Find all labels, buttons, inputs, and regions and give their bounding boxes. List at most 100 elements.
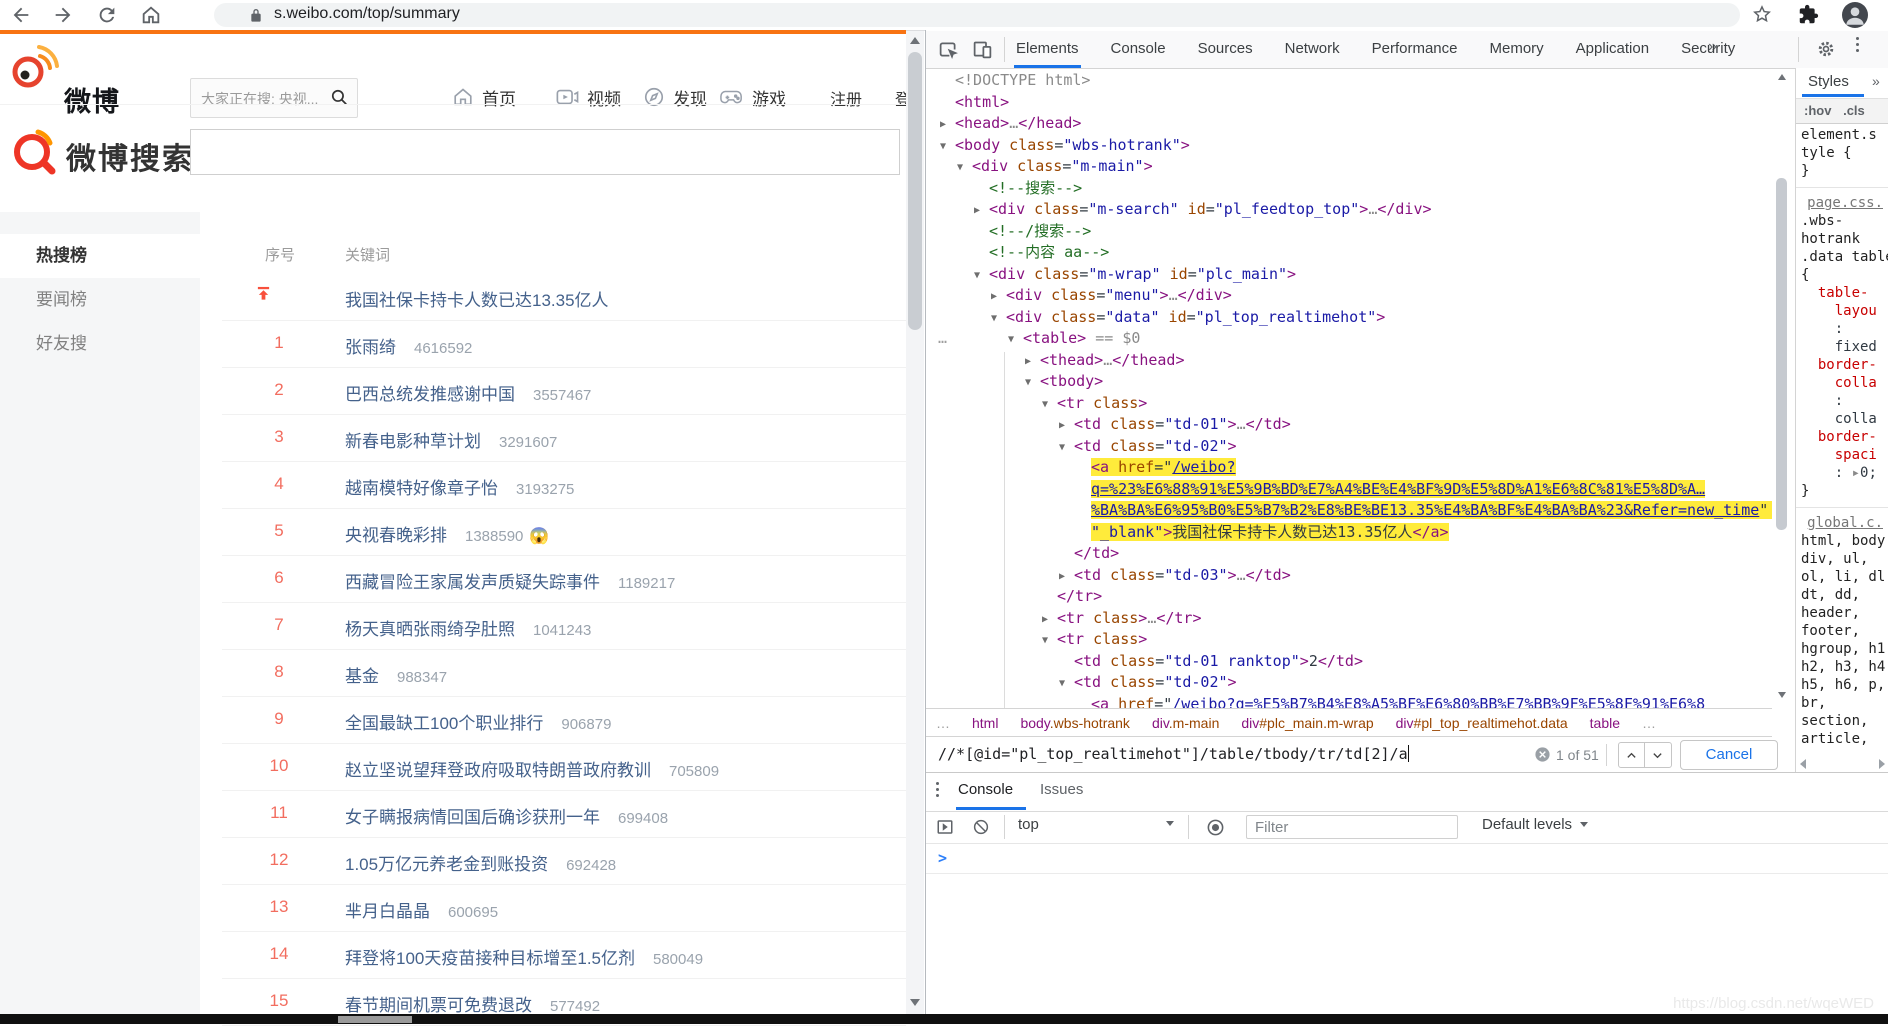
tree-node[interactable]: ▶<tr class>…</tr> bbox=[936, 608, 1202, 630]
tree-node[interactable]: ▶<div class="m-search" id="pl_feedtop_to… bbox=[936, 199, 1432, 221]
page-scrollbar-thumb[interactable] bbox=[908, 52, 922, 330]
back-icon[interactable] bbox=[10, 4, 32, 26]
next-match-button[interactable] bbox=[1645, 743, 1670, 767]
sidebar-item-3[interactable]: 好友搜 bbox=[0, 322, 200, 366]
clear-console-icon[interactable] bbox=[972, 818, 990, 836]
weibo-logo-icon[interactable] bbox=[6, 42, 62, 94]
expand-arrow-icon[interactable]: ▶ bbox=[1025, 351, 1040, 373]
keyword-link[interactable]: 杨天真晒张雨绮孕肚照1041243 bbox=[345, 615, 591, 640]
stylesheet-link[interactable]: global.c. bbox=[1796, 514, 1888, 532]
scroll-up-icon[interactable] bbox=[910, 37, 920, 44]
keyword-link[interactable]: 基金988347 bbox=[345, 662, 447, 687]
home-icon[interactable] bbox=[140, 4, 162, 26]
expand-arrow-icon[interactable]: ▼ bbox=[1025, 372, 1040, 394]
tree-scroll-up-icon[interactable] bbox=[1778, 74, 1786, 80]
tree-node[interactable]: <!--内容 aa--> bbox=[936, 242, 1109, 264]
keyword-link[interactable]: 春节期间机票可免费退改577492 bbox=[345, 991, 600, 1016]
tree-node[interactable]: <!--/搜索--> bbox=[936, 221, 1091, 243]
expand-arrow-icon[interactable]: ▼ bbox=[1059, 437, 1074, 459]
breadcrumb-item[interactable]: html bbox=[972, 715, 998, 731]
tree-node[interactable]: <a href="/weibo?q=%E5%B7%B4%E8%A5%BF%E6%… bbox=[936, 694, 1705, 709]
settings-gear-icon[interactable] bbox=[1816, 39, 1836, 59]
keyword-link[interactable]: 央视春晚彩排1388590😱 bbox=[345, 521, 549, 546]
tree-node[interactable]: ▼<div class="data" id="pl_top_realtimeho… bbox=[936, 307, 1385, 329]
inspect-element-icon[interactable] bbox=[938, 39, 959, 60]
previous-match-button[interactable] bbox=[1619, 743, 1645, 767]
sidebar-item-2[interactable]: 要闻榜 bbox=[0, 278, 200, 322]
expand-arrow-icon[interactable]: ▶ bbox=[940, 114, 955, 136]
tree-node[interactable]: ▼<tbody> bbox=[936, 371, 1103, 393]
tab-console[interactable]: Console bbox=[958, 781, 1013, 798]
tab-memory[interactable]: Memory bbox=[1488, 31, 1546, 68]
styles-horizontal-scrollbar[interactable] bbox=[1796, 756, 1888, 770]
log-levels-dropdown[interactable]: Default levels bbox=[1482, 816, 1588, 833]
toggle-class-editor[interactable]: .cls bbox=[1843, 103, 1865, 118]
profile-avatar[interactable] bbox=[1842, 2, 1868, 28]
console-filter-input[interactable]: Filter bbox=[1246, 815, 1458, 839]
expand-arrow-icon[interactable]: ▼ bbox=[957, 157, 972, 179]
tree-node[interactable]: ▶<td class="td-01">…</td> bbox=[936, 414, 1291, 436]
stylesheet-link[interactable]: page.css. bbox=[1796, 194, 1888, 212]
console-sidebar-icon[interactable] bbox=[936, 818, 954, 836]
tree-node[interactable]: ▶<thead>…</thead> bbox=[936, 350, 1185, 372]
expand-arrow-icon[interactable]: ▼ bbox=[974, 265, 989, 287]
tree-scrollbar-thumb[interactable] bbox=[1776, 178, 1787, 530]
context-selector[interactable]: top bbox=[1018, 816, 1178, 833]
tree-node[interactable]: ▼<tr class> bbox=[936, 393, 1147, 415]
expand-arrow-icon[interactable]: ▼ bbox=[1042, 394, 1057, 416]
nav-item-home[interactable]: 首页 bbox=[452, 78, 516, 116]
scroll-right-icon[interactable] bbox=[1879, 759, 1885, 769]
tree-node[interactable]: ▼<div class="m-wrap" id="plc_main"> bbox=[936, 264, 1296, 286]
horizontal-scrollbar-thumb[interactable] bbox=[338, 1016, 412, 1023]
breadcrumb-overflow[interactable]: … bbox=[936, 715, 950, 731]
tree-scroll-down-icon[interactable] bbox=[1778, 692, 1786, 698]
url-text[interactable]: s.weibo.com/top/summary bbox=[274, 5, 460, 23]
node-menu-dots[interactable]: … bbox=[938, 328, 948, 350]
bookmark-star-icon[interactable] bbox=[1752, 4, 1772, 24]
weibo-search-logo-icon[interactable] bbox=[8, 124, 60, 176]
tree-node[interactable]: ▼<td class="td-02"> bbox=[936, 436, 1237, 458]
tree-node[interactable]: ▶<head>…</head> bbox=[936, 113, 1081, 135]
header-search-input[interactable]: 大家正在搜: 央视... bbox=[190, 78, 358, 118]
expand-arrow-icon[interactable]: ▼ bbox=[940, 136, 955, 158]
tree-node[interactable]: "_blank">我国社保卡持卡人数已达13.35亿人</a> bbox=[936, 522, 1449, 544]
refresh-icon[interactable] bbox=[96, 4, 118, 26]
breadcrumb-item[interactable]: div#pl_top_realtimehot.data bbox=[1396, 715, 1568, 731]
keyword-link[interactable]: 芈月白晶晶600695 bbox=[345, 897, 498, 922]
breadcrumb-item[interactable]: div.m-main bbox=[1152, 715, 1219, 731]
tab-styles[interactable]: Styles bbox=[1808, 73, 1849, 90]
tree-node[interactable]: </tr> bbox=[936, 586, 1102, 608]
tab-sources[interactable]: Sources bbox=[1196, 31, 1255, 68]
register-link[interactable]: 注册 bbox=[830, 86, 862, 110]
tab-application[interactable]: Application bbox=[1574, 31, 1651, 68]
expand-arrow-icon[interactable]: ▶ bbox=[1042, 609, 1057, 631]
tree-node[interactable]: <td class="td-01 ranktop">2</td> bbox=[936, 651, 1363, 673]
tree-node[interactable]: ▼<div class="m-main"> bbox=[936, 156, 1153, 178]
tab-network[interactable]: Network bbox=[1283, 31, 1342, 68]
nav-item-game[interactable]: 游戏 bbox=[720, 78, 786, 116]
tree-node[interactable]: ▼<td class="td-02"> bbox=[936, 672, 1237, 694]
scroll-left-icon[interactable] bbox=[1800, 759, 1806, 769]
tab-security[interactable]: Security bbox=[1679, 31, 1737, 68]
expand-arrow-icon[interactable]: ▶ bbox=[991, 286, 1006, 308]
tree-node[interactable]: <html> bbox=[936, 92, 1009, 114]
console-prompt[interactable]: > bbox=[938, 849, 947, 867]
keyword-link[interactable]: 女子瞒报病情回国后确诊获刑一年699408 bbox=[345, 803, 668, 828]
tab-console[interactable]: Console bbox=[1109, 31, 1168, 68]
forward-icon[interactable] bbox=[52, 4, 74, 26]
nav-item-discover[interactable]: 发现 bbox=[643, 78, 707, 116]
keyword-link[interactable]: 新春电影种草计划3291607 bbox=[345, 427, 557, 452]
expand-arrow-icon[interactable]: ▼ bbox=[1042, 630, 1057, 652]
breadcrumb-item[interactable]: body.wbs-hotrank bbox=[1020, 715, 1129, 731]
keyword-link[interactable]: 越南模特好像章子怡3193275 bbox=[345, 474, 574, 499]
tree-node[interactable]: ▼<tr class> bbox=[936, 629, 1147, 651]
tree-node[interactable]: <!DOCTYPE html> bbox=[936, 70, 1090, 92]
tree-node[interactable]: %BA%BA%E6%95%B0%E5%B7%B2%E8%BE%BE13.35%E… bbox=[936, 500, 1772, 522]
keyword-link[interactable]: 1.05万亿元养老金到账投资692428 bbox=[345, 850, 616, 875]
sidebar-item-1[interactable]: 热搜榜 bbox=[0, 234, 200, 278]
devtools-menu-icon[interactable] bbox=[1856, 37, 1859, 52]
keyword-link[interactable]: 我国社保卡持卡人数已达13.35亿人 bbox=[345, 286, 609, 311]
toggle-hover-state[interactable]: :hov bbox=[1804, 103, 1831, 118]
tree-node[interactable]: <!--搜索--> bbox=[936, 178, 1082, 200]
tree-node[interactable]: ▶<div class="menu">…</div> bbox=[936, 285, 1232, 307]
